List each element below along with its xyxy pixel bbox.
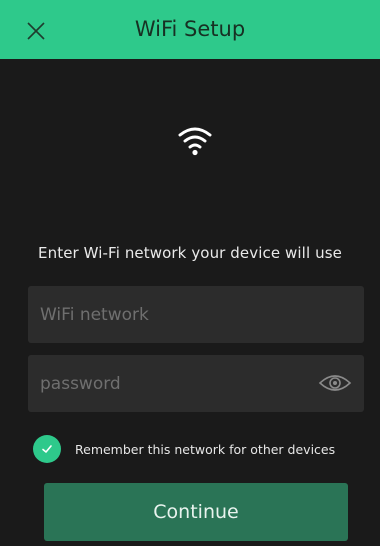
wifi-network-input[interactable] — [28, 286, 364, 343]
password-input[interactable] — [28, 355, 364, 412]
continue-button[interactable]: Continue — [44, 483, 348, 541]
wifi-icon — [178, 127, 212, 156]
remember-label: Remember this network for other devices — [75, 441, 336, 457]
remember-checkbox[interactable] — [33, 435, 61, 463]
eye-icon — [318, 375, 352, 391]
page-title: WiFi Setup — [134, 17, 246, 41]
password-field — [28, 355, 364, 412]
wifi-network-field — [28, 286, 364, 343]
show-password-button[interactable] — [318, 371, 352, 395]
wifi-setup-screen: WiFi Setup Enter Wi-Fi network your devi… — [0, 0, 380, 546]
remember-network-option: Remember this network for other devices — [33, 434, 335, 464]
checkmark-icon — [42, 445, 52, 453]
instruction-text: Enter Wi-Fi network your device will use — [38, 244, 342, 262]
header-bar: WiFi Setup — [0, 0, 380, 59]
